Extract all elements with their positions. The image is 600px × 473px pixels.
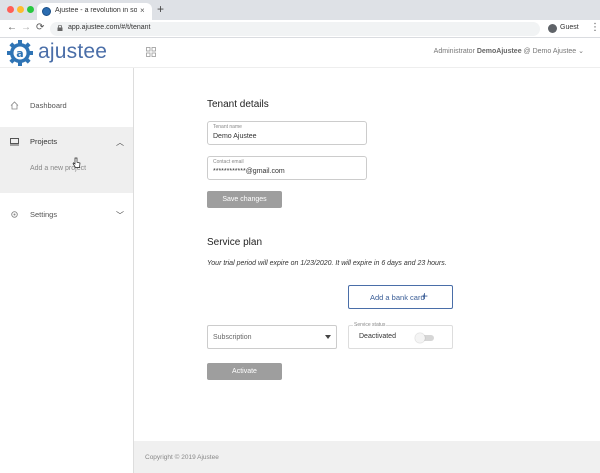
back-button[interactable]: ←: [7, 22, 17, 34]
chevron-up-icon[interactable]: ︿: [116, 137, 124, 148]
contact-email-field[interactable]: Contact email ************@gmail.com: [207, 156, 367, 180]
subscription-select[interactable]: Subscription: [207, 325, 337, 349]
profile-name: Guest: [560, 24, 579, 31]
reload-button[interactable]: ⟳: [36, 22, 44, 34]
close-window-button[interactable]: [7, 6, 14, 13]
contact-email-label: Contact email: [213, 159, 244, 165]
minimize-window-button[interactable]: [17, 6, 24, 13]
service-status-value: Deactivated: [359, 333, 396, 340]
save-changes-button[interactable]: Save changes: [207, 191, 282, 208]
browser-tab[interactable]: Ajustee - a revolution in software ×: [37, 3, 152, 20]
trial-notice: Your trial period will expire on 1/23/20…: [207, 260, 447, 267]
footer: Copyright © 2019 Ajustee: [134, 441, 600, 473]
sidebar-item-label: Projects: [30, 137, 58, 146]
gear-icon: [11, 211, 18, 218]
forward-button[interactable]: →: [21, 22, 31, 34]
home-icon: [10, 101, 19, 110]
user-role: Administrator: [433, 48, 475, 55]
subscription-placeholder: Subscription: [213, 334, 252, 341]
sidebar-item-settings[interactable]: Settings ﹀: [0, 202, 133, 228]
tenant-name-label: Tenant name: [213, 124, 242, 130]
tenant-details-heading: Tenant details: [207, 99, 269, 110]
apps-grid-icon[interactable]: [146, 47, 156, 57]
service-status-label: Service status: [353, 322, 387, 328]
browser-menu-icon[interactable]: ⋮: [590, 22, 600, 34]
sidebar-item-dashboard[interactable]: Dashboard: [0, 93, 133, 119]
url-text: app.ajustee.com/#/t/tenant: [68, 24, 151, 31]
service-status-field: Service status Deactivated: [348, 322, 453, 349]
address-bar[interactable]: app.ajustee.com/#/t/tenant: [50, 22, 540, 36]
tenant-name-value: Demo Ajustee: [213, 133, 257, 140]
browser-tab-strip: Ajustee - a revolution in software × +: [0, 0, 600, 20]
tab-close-icon[interactable]: ×: [140, 6, 145, 16]
contact-email-value: ************@gmail.com: [213, 168, 285, 175]
browser-toolbar: ← → ⟳ app.ajustee.com/#/t/tenant Guest: [0, 20, 600, 38]
activate-button[interactable]: Activate: [207, 363, 282, 380]
tab-title: Ajustee - a revolution in software: [55, 7, 137, 14]
monitor-icon: [10, 138, 19, 146]
sidebar-item-label: Dashboard: [30, 101, 67, 110]
new-tab-button[interactable]: +: [157, 3, 164, 15]
sidebar: Dashboard Projects ︿ Add a new project S…: [0, 68, 134, 473]
user-name: DemoAjustee: [476, 48, 522, 55]
sidebar-item-label: Settings: [30, 210, 58, 219]
ajustee-logo-icon: a: [7, 40, 33, 66]
lock-icon: [57, 25, 63, 31]
sidebar-section-projects: Projects ︿ Add a new project: [0, 127, 133, 193]
add-bank-card-button[interactable]: Add a bank card +: [348, 285, 453, 309]
tenant-name-field[interactable]: Tenant name Demo Ajustee: [207, 121, 367, 145]
chevron-down-icon[interactable]: ﹀: [116, 210, 124, 221]
maximize-window-button[interactable]: [27, 6, 34, 13]
svg-text:a: a: [16, 47, 23, 60]
hand-cursor-icon: [72, 157, 81, 168]
toggle-knob: [415, 333, 425, 343]
copyright-text: Copyright © 2019 Ajustee: [145, 454, 219, 461]
user-menu[interactable]: Administrator DemoAjustee @ Demo Ajustee…: [434, 47, 584, 55]
ajustee-favicon-icon: [42, 7, 51, 16]
sidebar-item-projects[interactable]: Projects ︿: [0, 129, 133, 155]
logo-text: ajustee: [38, 40, 108, 63]
tenant-selector: @ Demo Ajustee ⌄: [523, 48, 584, 55]
caret-down-icon: [325, 335, 331, 339]
profile-avatar-icon: [548, 24, 557, 33]
service-plan-heading: Service plan: [207, 237, 263, 248]
app-header: a ajustee Administrator DemoAjustee @ De…: [0, 38, 600, 68]
add-bank-card-label: Add a bank card: [370, 293, 425, 302]
plus-icon: +: [421, 289, 429, 303]
